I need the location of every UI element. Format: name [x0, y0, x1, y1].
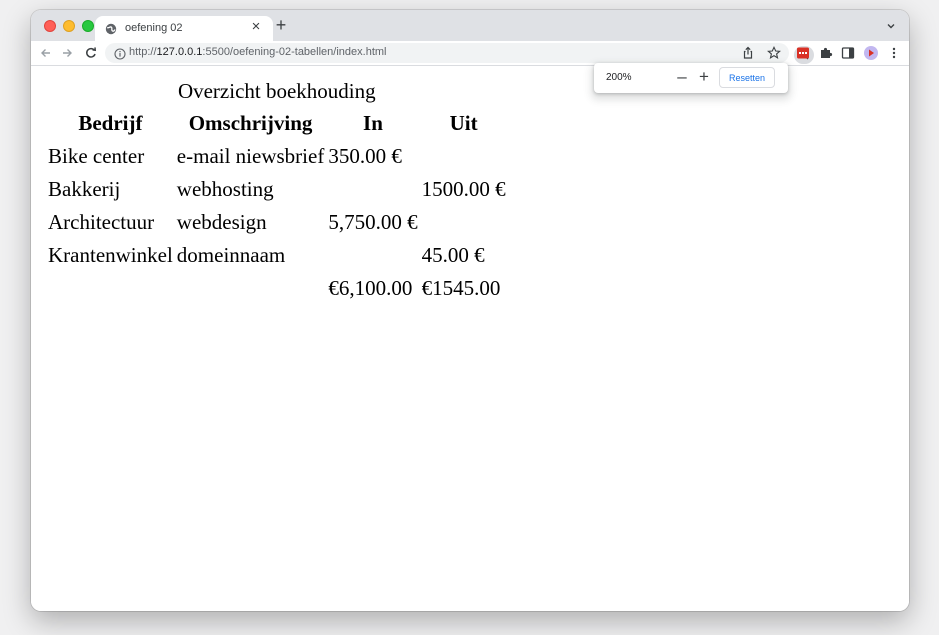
header-row: Bedrijf Omschrijving In Uit [47, 108, 507, 139]
info-icon[interactable] [114, 47, 126, 60]
cell-uit: 45.00 € [421, 243, 485, 267]
star-icon[interactable] [766, 45, 782, 61]
cell-bedrijf [47, 273, 174, 304]
page-content: Overzicht boekhouding Bedrijf Omschrijvi… [31, 66, 909, 611]
url-path: :5500/oefening-02-tabellen/index.html [202, 46, 387, 58]
table-row: Bike center e-mail niewsbrief 350.00 € [47, 141, 507, 172]
chevron-down-icon[interactable] [885, 19, 897, 31]
tab-strip: oefening 02 × + [31, 10, 909, 41]
extension-badge-icon[interactable] [795, 45, 811, 61]
accounting-table: Overzicht boekhouding Bedrijf Omschrijvi… [45, 75, 509, 306]
cell-omschrijving: domeinnaam [176, 243, 286, 267]
url-prefix: http:// [129, 46, 157, 58]
reload-icon[interactable] [82, 44, 100, 62]
cell-uit [421, 141, 507, 172]
header-uit: Uit [449, 111, 478, 135]
cell-in: 5,750.00 € [328, 210, 418, 234]
minimize-window-button[interactable] [63, 20, 75, 32]
accounting-overview: Overzicht boekhouding Bedrijf Omschrijvi… [45, 75, 509, 306]
cell-in: 350.00 € [328, 144, 402, 168]
maximize-window-button[interactable] [82, 20, 94, 32]
totals-row: €6,100.00 €1545.00 [47, 273, 507, 304]
cell-omschrijving: e-mail niewsbrief [176, 144, 325, 168]
tab-close-button[interactable]: × [249, 19, 263, 34]
globe-icon [105, 22, 117, 35]
total-uit: €1545.00 [421, 276, 501, 300]
table-row: Krantenwinkel domeinnaam 45.00 € [47, 240, 507, 271]
zoom-out-button[interactable]: – [674, 66, 690, 88]
url-text: http://127.0.0.1:5500/oefening-02-tabell… [129, 46, 386, 58]
total-in: €6,100.00 [328, 276, 413, 300]
zoom-popup: 200% – + Resetten [594, 63, 788, 93]
close-window-button[interactable] [44, 20, 56, 32]
puzzle-icon[interactable] [818, 45, 834, 61]
profile-avatar-icon[interactable] [863, 45, 879, 61]
forward-arrow-icon[interactable] [58, 44, 76, 62]
cell-bedrijf: Krantenwinkel [48, 243, 173, 267]
header-bedrijf: Bedrijf [78, 111, 143, 135]
cell-omschrijving [176, 273, 326, 304]
cell-uit: 1500.00 € [421, 177, 506, 201]
url-host: 127.0.0.1 [156, 46, 203, 58]
cell-bedrijf: Bike center [48, 144, 145, 168]
table-row: Bakkerij webhosting 1500.00 € [47, 174, 507, 205]
cell-bedrijf: Bakkerij [48, 177, 121, 201]
cell-omschrijving: webhosting [176, 177, 274, 201]
cell-in [327, 174, 418, 205]
table-row: Architectuur webdesign 5,750.00 € [47, 207, 507, 238]
header-in: In [363, 111, 383, 135]
address-bar[interactable]: http://127.0.0.1:5500/oefening-02-tabell… [105, 43, 814, 64]
reset-zoom-button[interactable]: Resetten [719, 67, 775, 88]
cell-in [327, 240, 418, 271]
zoom-in-button[interactable]: + [696, 66, 712, 88]
cell-uit [421, 207, 507, 238]
new-tab-button[interactable]: + [272, 16, 290, 34]
share-icon[interactable] [740, 45, 756, 61]
browser-window: oefening 02 × + http://127.0.0.1:5500/oe… [31, 10, 909, 611]
tab-title: oefening 02 [125, 22, 183, 34]
back-arrow-icon[interactable] [37, 44, 55, 62]
table-caption: Overzicht boekhouding [177, 79, 376, 103]
cell-omschrijving: webdesign [176, 210, 267, 234]
kebab-menu-icon[interactable] [886, 45, 902, 61]
header-omschrijving: Omschrijving [188, 111, 313, 135]
zoom-level: 200% [606, 72, 632, 83]
tab-active[interactable]: oefening 02 × [95, 16, 273, 41]
sidepanel-icon[interactable] [840, 45, 856, 61]
cell-bedrijf: Architectuur [48, 210, 155, 234]
